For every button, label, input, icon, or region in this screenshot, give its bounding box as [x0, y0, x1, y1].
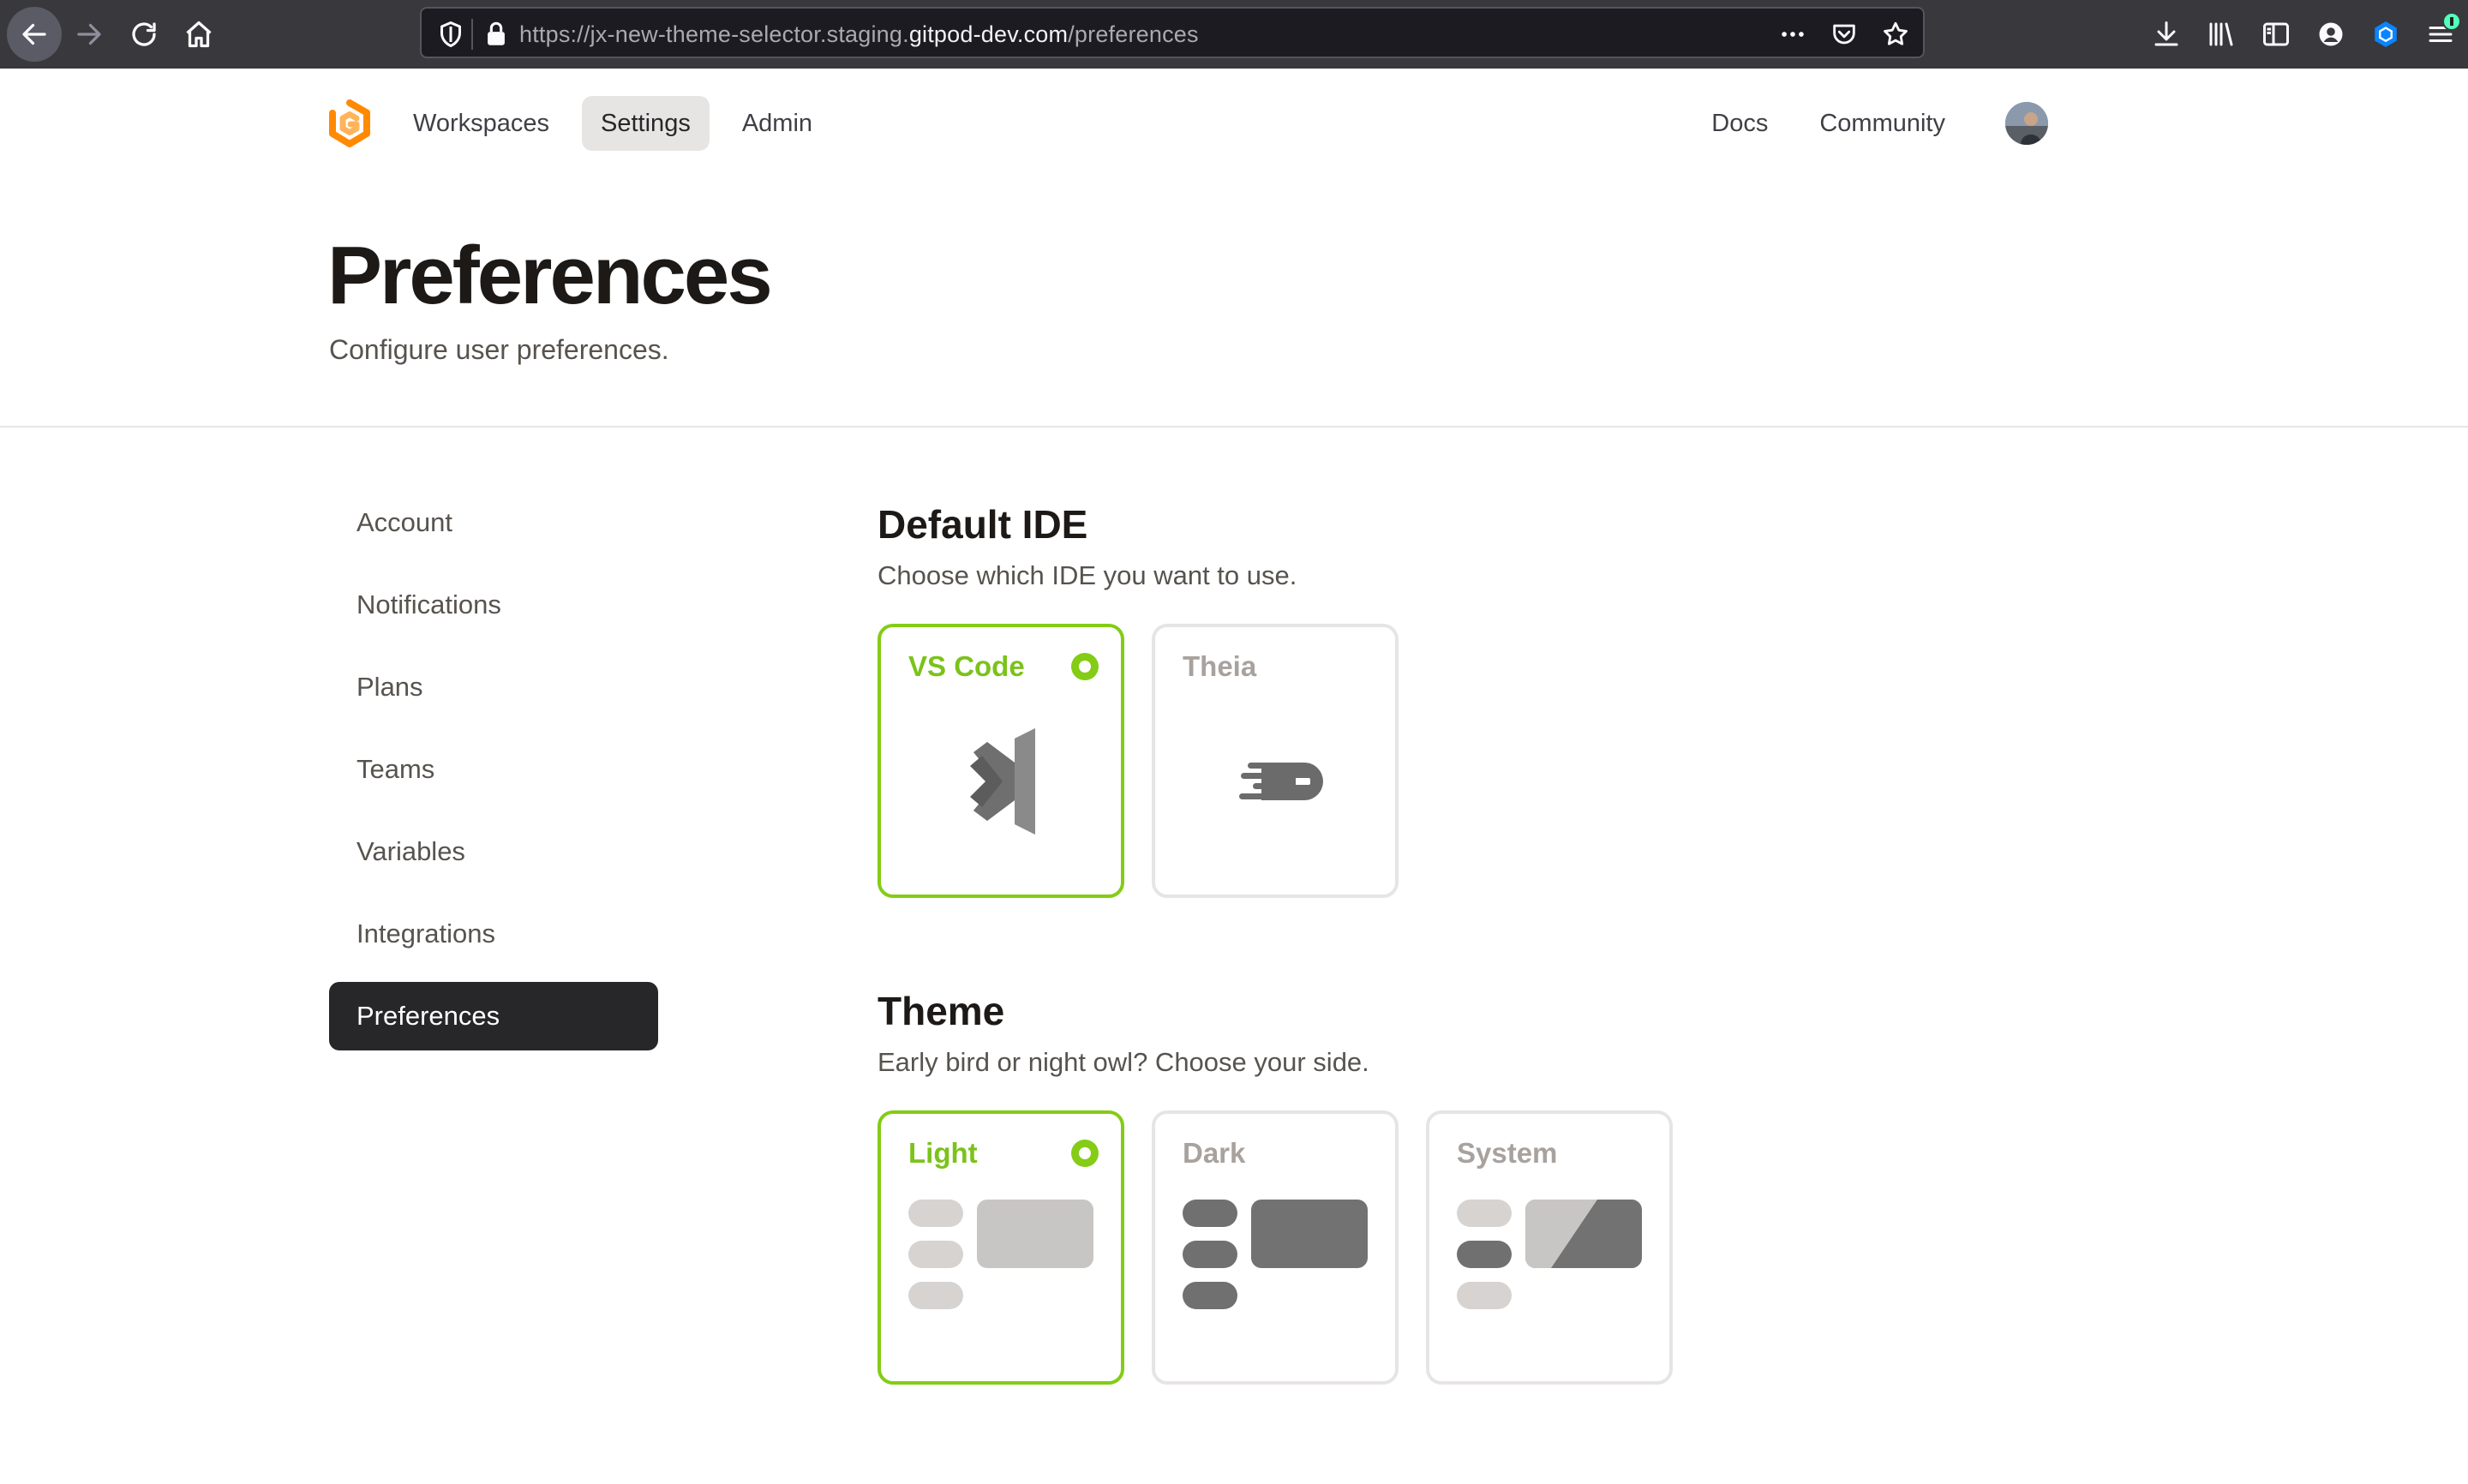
home-button[interactable]: [171, 7, 226, 62]
ide-section-description: Choose which IDE you want to use.: [878, 560, 1297, 590]
ide-section-title: Default IDE: [878, 502, 1088, 547]
forward-arrow-icon: [77, 23, 101, 45]
downloads-button[interactable]: [2139, 7, 2194, 62]
reload-icon: [132, 22, 156, 46]
urlbar-separator: [471, 19, 473, 50]
account-button[interactable]: [2303, 7, 2358, 62]
library-button[interactable]: [2194, 7, 2249, 62]
page-title: Preferences: [327, 230, 773, 321]
sidebar-icon: [2263, 22, 2289, 46]
theme-option-label: Light: [908, 1137, 978, 1169]
system-theme-preview: [1457, 1200, 1642, 1309]
nav-settings[interactable]: Settings: [582, 96, 710, 151]
header-divider: [0, 426, 2468, 428]
primary-nav: Workspaces Settings Admin: [394, 96, 831, 151]
light-theme-preview: [908, 1200, 1093, 1309]
lock-icon[interactable]: [482, 19, 511, 50]
url-path: /preferences: [1068, 21, 1199, 47]
theme-section-title: Theme: [878, 989, 1005, 1033]
theme-option-light[interactable]: Light: [878, 1110, 1124, 1385]
ide-option-label: VS Code: [908, 650, 1025, 682]
sidebar-item-notifications[interactable]: Notifications: [329, 571, 658, 639]
nav-community[interactable]: Community: [1800, 96, 1964, 151]
page-subtitle: Configure user preferences.: [329, 334, 669, 365]
theme-option-system[interactable]: System: [1426, 1110, 1673, 1385]
sidebar-item-plans[interactable]: Plans: [329, 653, 658, 721]
sidebar-button[interactable]: [2249, 7, 2303, 62]
sidebar-item-teams[interactable]: Teams: [329, 735, 658, 804]
ide-option-label: Theia: [1183, 650, 1257, 682]
browser-toolbar: https://jx-new-theme-selector.staging.gi…: [0, 0, 2468, 69]
theme-option-dark[interactable]: Dark: [1152, 1110, 1399, 1385]
ide-option-vscode[interactable]: VS Code: [878, 624, 1124, 898]
shield-icon[interactable]: [435, 19, 466, 50]
account-icon: [2319, 22, 2343, 46]
ide-option-theia[interactable]: Theia: [1152, 624, 1399, 898]
nav-docs[interactable]: Docs: [1692, 96, 1787, 151]
library-icon: [2209, 22, 2233, 46]
nav-workspaces[interactable]: Workspaces: [394, 96, 568, 151]
sidebar-item-preferences[interactable]: Preferences: [329, 982, 658, 1050]
avatar[interactable]: [2005, 102, 2048, 145]
theme-option-label: System: [1457, 1137, 1558, 1169]
gitpod-logo-icon[interactable]: [327, 99, 372, 147]
user-avatar-icon: [2005, 102, 2048, 145]
app-menu-button[interactable]: [2413, 7, 2468, 62]
update-badge: [2442, 12, 2461, 31]
forward-button[interactable]: [62, 7, 117, 62]
extension-button[interactable]: [2358, 7, 2413, 62]
extension-icon: [2375, 21, 2397, 47]
page-actions-button[interactable]: [1776, 17, 1810, 51]
vscode-logo-icon: [970, 728, 1035, 835]
sidebar-item-account[interactable]: Account: [329, 488, 658, 557]
url-bar[interactable]: https://jx-new-theme-selector.staging.gi…: [420, 7, 1925, 58]
url-prefix: https://jx-new-theme-selector.staging.: [519, 21, 909, 47]
home-icon: [186, 21, 212, 48]
bookmark-star-icon: [1884, 21, 1908, 45]
back-arrow-icon: [22, 23, 46, 45]
more-dots-icon: [1782, 32, 1804, 37]
sidebar-item-variables[interactable]: Variables: [329, 817, 658, 886]
pocket-icon: [1833, 24, 1855, 45]
url-host: gitpod-dev.com: [908, 21, 1069, 47]
secondary-nav: Docs Community: [1692, 96, 2048, 151]
download-icon: [2154, 21, 2178, 46]
settings-sidebar: Account Notifications Plans Teams Variab…: [329, 488, 658, 1064]
theia-logo-icon: [1239, 763, 1323, 800]
theme-section-description: Early bird or night owl? Choose your sid…: [878, 1047, 1369, 1077]
pocket-button[interactable]: [1827, 17, 1861, 51]
reload-button[interactable]: [117, 7, 171, 62]
sidebar-item-integrations[interactable]: Integrations: [329, 900, 658, 968]
dark-theme-preview: [1183, 1200, 1368, 1309]
nav-admin[interactable]: Admin: [723, 96, 831, 151]
theme-option-label: Dark: [1183, 1137, 1246, 1169]
url-text[interactable]: https://jx-new-theme-selector.staging.gi…: [519, 21, 1199, 48]
bookmark-button[interactable]: [1878, 17, 1913, 51]
selected-radio-icon: [1071, 653, 1099, 680]
back-button[interactable]: [7, 7, 62, 62]
selected-radio-icon: [1071, 1140, 1099, 1167]
